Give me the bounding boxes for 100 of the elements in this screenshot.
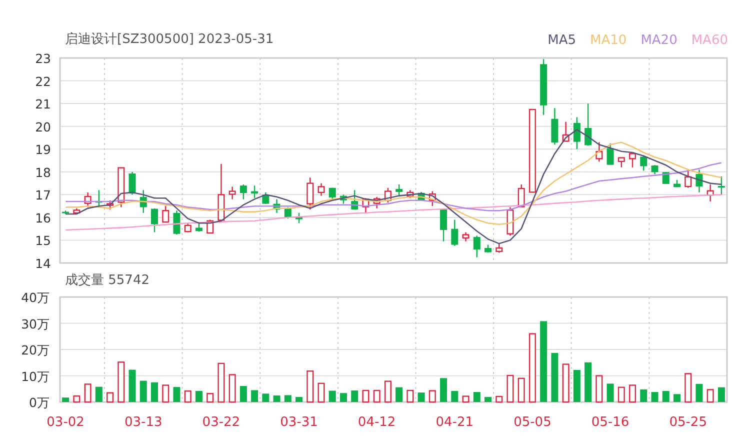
candlestick [228, 186, 236, 200]
volume-bar [251, 390, 258, 402]
candlestick [140, 190, 147, 213]
chart-title: 启迪设计[SZ300500] 2023-05-31 [65, 31, 274, 49]
volume-bar [706, 389, 714, 403]
volume-bar [451, 390, 458, 402]
volume-title: 成交量 55742 [65, 272, 150, 289]
candlestick [373, 196, 380, 208]
volume-bar [673, 394, 680, 402]
volume-bar [418, 392, 425, 402]
candlestick [396, 184, 403, 196]
volume-bar [528, 333, 536, 403]
candlestick [451, 220, 458, 246]
candlestick [573, 117, 580, 150]
candlestick [340, 194, 347, 204]
volume-bar [684, 373, 692, 403]
volume-bar [606, 384, 614, 402]
candlestick [173, 210, 180, 235]
axis-label: 04-21 [436, 415, 474, 430]
axis-label: 21 [35, 96, 51, 112]
candlestick [62, 210, 70, 214]
volume-bar [640, 389, 648, 402]
candlestick [351, 190, 358, 210]
candlestick [428, 191, 436, 206]
volume-bar [284, 395, 292, 402]
candlestick [596, 142, 603, 162]
candlestick [251, 186, 258, 198]
legend-item: MA20 [640, 33, 678, 48]
axis-label: 23 [35, 52, 51, 66]
volume-bar [362, 390, 370, 403]
volume-bar [306, 370, 314, 403]
volume-bar [318, 382, 325, 403]
axis-label: 05-25 [669, 415, 707, 430]
candlestick [606, 143, 614, 165]
axis-label: 05-05 [514, 415, 552, 430]
volume-bar [228, 374, 236, 403]
volume-bar [584, 362, 592, 402]
candlestick [195, 222, 202, 232]
volume-bar [506, 374, 514, 403]
axis-label: 19 [35, 142, 51, 158]
candlestick [73, 208, 80, 214]
axis-label: 40万 [21, 290, 50, 305]
candlestick [462, 232, 470, 242]
candlestick [184, 223, 192, 232]
candlestick [284, 207, 292, 219]
volume-bar [562, 364, 570, 403]
candlestick [706, 184, 714, 202]
volume-bar [273, 395, 280, 402]
axis-label: 03-22 [202, 415, 240, 430]
candlestick [306, 178, 314, 210]
candlestick [362, 198, 370, 213]
volume-bar [162, 384, 170, 403]
candlestick [84, 192, 92, 208]
candlestick [618, 157, 625, 168]
volume-bar [95, 386, 102, 402]
candlestick [440, 209, 448, 242]
volume-bar [195, 390, 202, 402]
axis-label: 22 [35, 74, 51, 89]
candlestick [273, 199, 280, 213]
candlestick [95, 190, 102, 208]
axis-label: 0万 [29, 395, 50, 410]
axis-label: 03-13 [124, 415, 162, 430]
candlestick [128, 172, 136, 195]
candlestick [106, 200, 114, 210]
volume-bar [406, 390, 414, 403]
volume-bar [618, 386, 625, 403]
volume-bar [340, 393, 347, 402]
axis-label: 16 [35, 210, 51, 226]
candlestick [262, 192, 270, 204]
volume-bar [551, 352, 558, 402]
axis-label: 20 [35, 119, 51, 134]
legend-item: MA5 [548, 33, 576, 48]
candlestick [296, 212, 302, 224]
candlestick [384, 188, 392, 203]
candlestick [218, 164, 225, 221]
volume-bar [351, 390, 358, 402]
axis-label: 05-16 [591, 415, 630, 430]
axis-label: 14 [35, 256, 51, 270]
candlestick [718, 176, 725, 195]
axis-label: 03-02 [46, 415, 84, 430]
axis-label: 17 [35, 188, 51, 203]
volume-bar [206, 393, 214, 403]
candlestick [240, 184, 247, 200]
candlestick [651, 165, 658, 174]
volume-bar [84, 384, 92, 403]
volume-bar [629, 384, 636, 403]
volume-bar [518, 378, 525, 403]
volume-bar [651, 392, 658, 402]
volume-bar [240, 386, 247, 402]
volume-bar [151, 382, 158, 402]
candlestick [562, 122, 570, 142]
axis-label: 20万 [21, 342, 50, 358]
candlestick [162, 206, 170, 223]
candlestick [518, 184, 525, 208]
candlestick [318, 183, 325, 196]
candlestick [640, 156, 648, 171]
candlestick [328, 188, 336, 200]
axis-label: 18 [35, 164, 51, 180]
volume-bar [140, 380, 147, 402]
candlestick [496, 244, 503, 253]
